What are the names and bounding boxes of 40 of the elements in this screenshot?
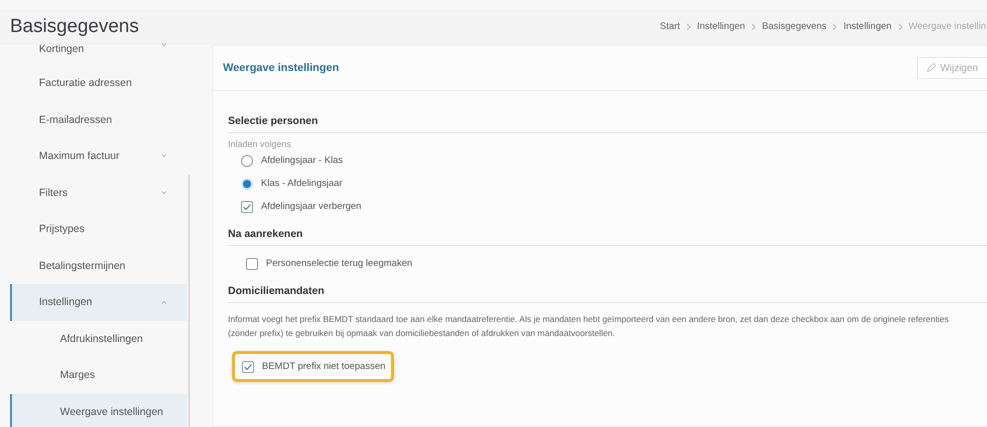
checkbox[interactable]: [242, 360, 254, 372]
option-label: Afdelingsjaar verbergen: [261, 201, 362, 212]
checkbox[interactable]: [246, 258, 258, 270]
page-title: Basisgegevens: [10, 16, 139, 38]
breadcrumb-link[interactable]: Start: [660, 21, 680, 32]
breadcrumb-link[interactable]: Instellingen: [843, 21, 892, 32]
pencil-icon: [926, 63, 936, 73]
radio-button[interactable]: [241, 154, 253, 166]
breadcrumb-link[interactable]: Basisgegevens: [762, 21, 826, 32]
breadcrumb-separator-icon: [898, 22, 903, 30]
chevron-icon: [161, 190, 167, 195]
sidebar-item[interactable]: E-mailadressen: [10, 102, 187, 138]
sidebar-item[interactable]: Betalingstermijnen: [10, 248, 187, 284]
breadcrumb-separator-icon: [686, 22, 691, 30]
breadcrumb-separator-icon: [751, 22, 756, 30]
sidebar-item[interactable]: Facturatie adressen: [10, 65, 187, 102]
description-text: Informat voegt het prefix BEMDT standaard toe aan elke mandaatreferentie. Als je mandaten hebt geïmporteerd van een andere bron, zet dan deze checkbox aan om de originele referenties (zonder prefix) te gebruiken bij opmaak van domiciliebestanden of afdrukken van mandaatvoorstellen.: [228, 313, 950, 340]
option-label: Personenselectie terug leegmaken: [266, 258, 412, 269]
section-title: Selectie personen: [228, 115, 987, 133]
sidebar-subitem[interactable]: Weergave instellingen: [10, 394, 187, 427]
chevron-icon: [161, 154, 167, 158]
checkbox[interactable]: [241, 200, 253, 212]
sidebar-subitem[interactable]: Afdrukinstellingen: [10, 320, 187, 357]
option-label: Klas - Afdelingsjaar: [261, 178, 342, 189]
sidebar-subitem[interactable]: Marges: [10, 357, 187, 394]
panel-title: Weergave instellingen: [223, 62, 339, 74]
section-title: Na aanrekenen: [228, 228, 987, 246]
section-title: Domiciliemandaten: [228, 285, 987, 303]
sidebar-item[interactable]: Prijstypes: [10, 211, 187, 248]
chevron-icon: [161, 300, 167, 304]
sidebar-item[interactable]: Maximum factuur: [10, 138, 187, 174]
breadcrumb-link[interactable]: Instellingen: [696, 21, 746, 32]
sidebar-item[interactable]: Filters: [10, 174, 187, 211]
sidebar-item[interactable]: Instellingen: [10, 284, 187, 320]
breadcrumb-separator-icon: [832, 22, 838, 30]
option-label: Afdelingsjaar - Klas: [261, 155, 343, 166]
option-label: BEMDT prefix niet toepassen: [262, 361, 386, 372]
field-label: Inladen volgens: [228, 139, 292, 149]
chevron-icon: [161, 43, 167, 47]
sidebar-item[interactable]: Kortingen: [10, 43, 187, 55]
